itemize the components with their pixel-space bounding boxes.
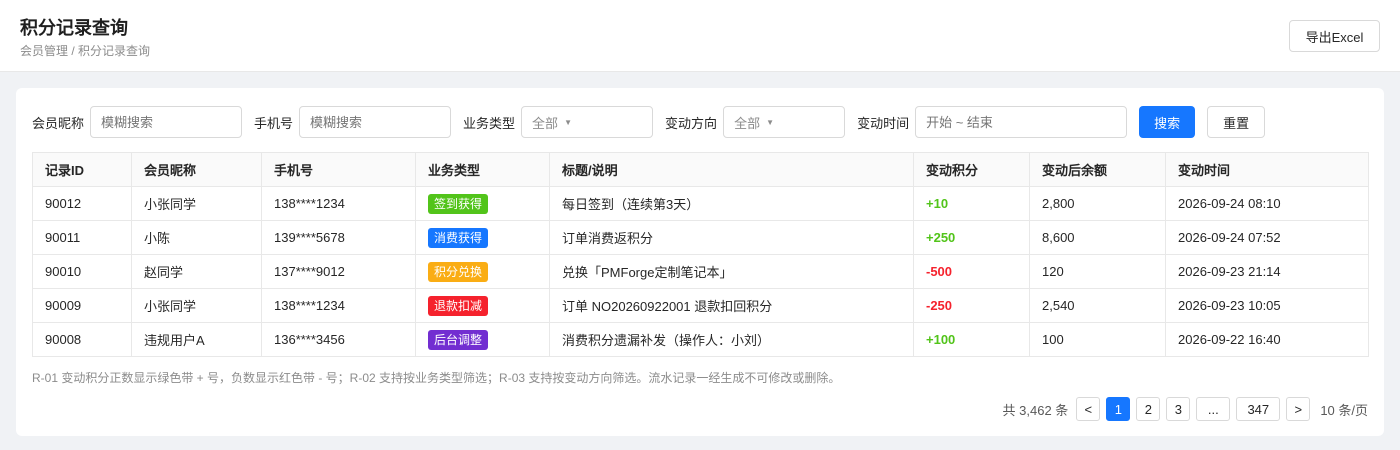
points-value: +10 — [926, 196, 949, 211]
points-change-cell: +10 — [913, 186, 1030, 221]
phone-cell: 138****1234 — [261, 288, 416, 323]
biz-type-label: 业务类型 — [463, 115, 516, 131]
phone-cell: 137****9012 — [261, 254, 416, 289]
biz-type-select[interactable]: 全部 ▼ — [521, 106, 654, 138]
page-title: 积分记录查询 — [20, 18, 128, 38]
points-value: -250 — [926, 298, 953, 313]
nickname-cell: 赵同学 — [131, 254, 262, 289]
rules-note: R-01 变动积分正数显示绿色带 + 号，负数显示红色带 - 号；R-02 支持… — [32, 371, 841, 385]
column-header[interactable]: 会员昵称 — [131, 152, 262, 187]
balance-cell: 100 — [1029, 322, 1166, 357]
points-value: -500 — [926, 264, 953, 279]
table-row[interactable]: 90011 小陈 139****5678 消费获得 订单消费返积分 +250 8,600 20… — [32, 220, 1369, 255]
page-last-button[interactable]: 347 — [1236, 397, 1281, 421]
time-range-input[interactable] — [915, 106, 1128, 138]
biz-type-cell: 退款扣减 — [415, 288, 550, 323]
phone-input[interactable] — [299, 106, 452, 138]
phone-cell: 138****1234 — [261, 186, 416, 221]
biz-type-tag: 签到获得 — [428, 193, 489, 214]
total-count: 共 3,462 条 — [1002, 402, 1069, 418]
biz-type-tag: 退款扣减 — [428, 295, 489, 316]
table-row[interactable]: 90010 赵同学 137****9012 积分兑换 兑换「PMForge定制笔记本」 -… — [32, 254, 1369, 289]
points-value: +250 — [926, 230, 956, 245]
page-header: 积分记录查询 会员管理 / 积分记录查询 导出Excel — [0, 0, 1400, 72]
balance-cell: 2,540 — [1029, 288, 1166, 323]
page-ellipsis[interactable]: ... — [1196, 397, 1231, 421]
balance-cell: 120 — [1029, 254, 1166, 289]
points-change-cell: -250 — [913, 288, 1030, 323]
page-3-button[interactable]: 3 — [1166, 397, 1191, 421]
nickname-cell: 小张同学 — [131, 288, 262, 323]
direction-label: 变动方向 — [665, 115, 718, 131]
reset-button[interactable]: 重置 — [1207, 106, 1266, 138]
caret-down-icon: ▼ — [766, 117, 774, 127]
biz-type-tag: 后台调整 — [428, 329, 489, 350]
table-row[interactable]: 90008 违规用户A 136****3456 后台调整 消费积分遗漏补发（操作人：小刘… — [32, 322, 1369, 357]
next-page-button[interactable]: > — [1286, 397, 1311, 421]
record-id-cell: 90008 — [32, 322, 132, 357]
points-change-cell: +250 — [913, 220, 1030, 255]
biz-type-tag: 消费获得 — [428, 227, 489, 248]
description-cell: 订单 NO20260922001 退款扣回积分 — [549, 288, 914, 323]
column-header[interactable]: 变动积分 — [913, 152, 1030, 187]
direction-select[interactable]: 全部 ▼ — [723, 106, 846, 138]
balance-cell: 8,600 — [1029, 220, 1166, 255]
phone-cell: 136****3456 — [261, 322, 416, 357]
column-header[interactable]: 业务类型 — [415, 152, 550, 187]
nickname-label: 会员昵称 — [32, 115, 85, 131]
record-id-cell: 90011 — [32, 220, 132, 255]
table-row[interactable]: 90012 小张同学 138****1234 签到获得 每日签到（连续第3天） +10 2,… — [32, 186, 1369, 221]
column-header[interactable]: 手机号 — [261, 152, 416, 187]
nickname-cell: 小张同学 — [131, 186, 262, 221]
phone-cell: 139****5678 — [261, 220, 416, 255]
description-cell: 兑换「PMForge定制笔记本」 — [549, 254, 914, 289]
page-2-button[interactable]: 2 — [1136, 397, 1161, 421]
column-header[interactable]: 变动后余额 — [1029, 152, 1166, 187]
points-change-cell: -500 — [913, 254, 1030, 289]
search-button[interactable]: 搜索 — [1139, 106, 1196, 138]
records-card: 会员昵称 手机号 业务类型 全部 ▼ 变动方向 全部 ▼ 变动时间 搜索 重置 … — [16, 88, 1384, 436]
description-cell: 每日签到（连续第3天） — [549, 186, 914, 221]
biz-type-cell: 积分兑换 — [415, 254, 550, 289]
nickname-cell: 违规用户A — [131, 322, 262, 357]
change-time-cell: 2026-09-23 10:05 — [1165, 288, 1369, 323]
table-row[interactable]: 90009 小张同学 138****1234 退款扣减 订单 NO20260922001… — [32, 288, 1369, 323]
nickname-cell: 小陈 — [131, 220, 262, 255]
biz-type-tag: 积分兑换 — [428, 261, 489, 282]
caret-down-icon: ▼ — [564, 117, 572, 127]
points-value: +100 — [926, 332, 956, 347]
breadcrumb: 会员管理 / 积分记录查询 — [20, 44, 151, 58]
records-table: 记录ID 会员昵称 手机号 业务类型 标题/说明 变动积分 变动后余额 变动时间… — [32, 152, 1369, 357]
time-label: 变动时间 — [857, 115, 910, 131]
nickname-input[interactable] — [90, 106, 243, 138]
page-size: 10 条/页 — [1320, 402, 1368, 418]
description-cell: 订单消费返积分 — [549, 220, 914, 255]
record-id-cell: 90012 — [32, 186, 132, 221]
table-body: 90012 小张同学 138****1234 签到获得 每日签到（连续第3天） +10 2,… — [32, 186, 1369, 357]
change-time-cell: 2026-09-23 21:14 — [1165, 254, 1369, 289]
record-id-cell: 90009 — [32, 288, 132, 323]
table-header-row: 记录ID 会员昵称 手机号 业务类型 标题/说明 变动积分 变动后余额 变动时间 — [32, 152, 1369, 187]
points-change-cell: +100 — [913, 322, 1030, 357]
column-header[interactable]: 标题/说明 — [549, 152, 914, 187]
pagination: 共 3,462 条 < 1 2 3 ... 347 > 10 条/页 — [1003, 397, 1368, 421]
prev-page-button[interactable]: < — [1076, 397, 1101, 421]
description-cell: 消费积分遗漏补发（操作人：小刘） — [549, 322, 914, 357]
export-excel-button[interactable]: 导出Excel — [1289, 20, 1380, 52]
biz-type-cell: 后台调整 — [415, 322, 550, 357]
phone-label: 手机号 — [254, 115, 294, 131]
change-time-cell: 2026-09-24 07:52 — [1165, 220, 1369, 255]
balance-cell: 2,800 — [1029, 186, 1166, 221]
page-1-button[interactable]: 1 — [1106, 397, 1131, 421]
change-time-cell: 2026-09-24 08:10 — [1165, 186, 1369, 221]
change-time-cell: 2026-09-22 16:40 — [1165, 322, 1369, 357]
biz-type-cell: 消费获得 — [415, 220, 550, 255]
filter-bar: 会员昵称 手机号 业务类型 全部 ▼ 变动方向 全部 ▼ 变动时间 搜索 重置 — [32, 106, 1266, 138]
column-header[interactable]: 变动时间 — [1165, 152, 1369, 187]
biz-type-value: 全部 — [532, 115, 559, 131]
direction-value: 全部 — [734, 115, 761, 131]
biz-type-cell: 签到获得 — [415, 186, 550, 221]
record-id-cell: 90010 — [32, 254, 132, 289]
column-header[interactable]: 记录ID — [32, 152, 132, 187]
